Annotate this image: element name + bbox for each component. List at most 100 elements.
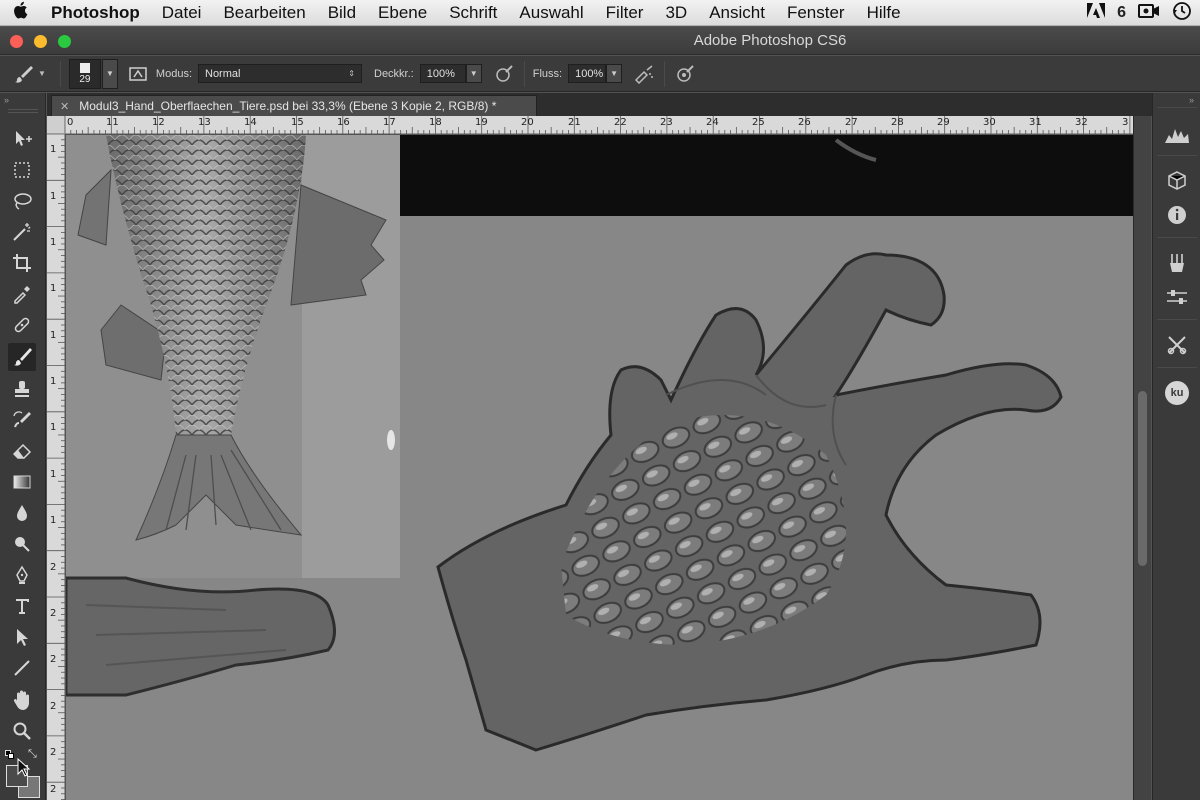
- tools-panel: » ⤡: [0, 93, 46, 800]
- opacity-label: Deckkr.:: [374, 67, 414, 80]
- opacity-slider-caret-icon[interactable]: ▼: [465, 64, 482, 83]
- flow-slider-caret-icon[interactable]: ▼: [606, 64, 623, 83]
- info-panel-icon[interactable]: [1162, 201, 1192, 229]
- brush-tool-preset-icon[interactable]: [12, 62, 36, 86]
- crop-tool-icon[interactable]: [8, 249, 36, 277]
- dodge-tool-icon[interactable]: [8, 530, 36, 558]
- menu-bearbeiten[interactable]: Bearbeiten: [212, 3, 316, 23]
- ruler-h-label: 11: [106, 117, 119, 128]
- dock-separator: [1157, 367, 1197, 368]
- ruler-v-label: 2: [50, 784, 57, 795]
- document-tab-bar: ✕ Modul3_Hand_Oberflaechen_Tiere.psd bei…: [47, 93, 1152, 116]
- healing-brush-tool-icon[interactable]: [8, 311, 36, 339]
- tool-presets-panel-icon[interactable]: [1162, 331, 1192, 359]
- brush-panel-icon[interactable]: [1162, 283, 1192, 311]
- ruler-h-label: 28: [891, 117, 904, 128]
- type-tool-icon[interactable]: [8, 592, 36, 620]
- options-separator: [59, 60, 61, 87]
- menu-hilfe[interactable]: Hilfe: [856, 3, 912, 23]
- ruler-v-label: 2: [50, 701, 57, 712]
- ruler-origin[interactable]: [47, 116, 65, 134]
- dock-collapse-icon[interactable]: »: [1189, 95, 1194, 105]
- marquee-tool-icon[interactable]: [8, 156, 36, 184]
- ruler-v-label: 1: [50, 422, 57, 433]
- document-canvas[interactable]: [66, 135, 1133, 800]
- path-selection-tool-icon[interactable]: [8, 623, 36, 651]
- flow-label: Fluss:: [532, 67, 563, 80]
- history-brush-tool-icon[interactable]: [8, 406, 36, 434]
- zoom-tool-icon[interactable]: [8, 717, 36, 745]
- document-tab[interactable]: ✕ Modul3_Hand_Oberflaechen_Tiere.psd bei…: [51, 95, 537, 116]
- airbrush-icon[interactable]: [632, 62, 656, 86]
- document-tab-title: Modul3_Hand_Oberflaechen_Tiere.psd bei 3…: [79, 99, 497, 113]
- menu-ebene[interactable]: Ebene: [367, 3, 438, 23]
- time-machine-icon[interactable]: [1172, 1, 1192, 25]
- menu-app-photoshop[interactable]: Photoshop: [40, 3, 151, 23]
- opacity-input[interactable]: 100%: [419, 64, 466, 83]
- notification-icon[interactable]: 6: [1117, 4, 1126, 22]
- horizontal-ruler[interactable]: 0 11 12 13 14 15 16 17 18 19 20 21 22 23…: [65, 116, 1133, 134]
- apple-icon[interactable]: [0, 1, 40, 24]
- ruler-v-label: 1: [50, 283, 57, 294]
- tools-panel-collapse-icon[interactable]: »: [4, 95, 9, 105]
- histogram-panel-icon[interactable]: [1162, 121, 1192, 149]
- ruler-h-label: 17: [383, 117, 396, 128]
- ruler-v-label: 1: [50, 330, 57, 341]
- brush-tip-icon: [79, 62, 90, 73]
- options-separator: [664, 60, 666, 87]
- gradient-tool-icon[interactable]: [8, 468, 36, 496]
- mode-select[interactable]: Normal ⇕: [198, 64, 362, 83]
- vertical-scrollbar[interactable]: [1133, 116, 1151, 800]
- options-separator: [523, 60, 525, 87]
- ruler-h-label: 20: [521, 117, 534, 128]
- 3d-panel-icon[interactable]: [1162, 167, 1192, 195]
- ruler-h-label: 22: [614, 117, 627, 128]
- brush-picker-caret-icon[interactable]: ▼: [101, 58, 118, 89]
- brush-presets-panel-icon[interactable]: [1162, 249, 1192, 277]
- scrollbar-thumb[interactable]: [1138, 391, 1147, 566]
- tool-preset-caret-icon[interactable]: ▼: [38, 69, 46, 78]
- video-camera-icon[interactable]: [1138, 3, 1160, 23]
- ruler-h-label: 26: [798, 117, 811, 128]
- vertical-ruler[interactable]: 1 1 1 1 1 1 1 1 1 2 2 2 2 2 2: [47, 134, 65, 800]
- menu-filter[interactable]: Filter: [595, 3, 655, 23]
- menu-auswahl[interactable]: Auswahl: [508, 3, 594, 23]
- brush-size-value: 29: [79, 73, 91, 85]
- ruler-v-label: 1: [50, 237, 57, 248]
- kuler-panel-button[interactable]: ku: [1162, 379, 1192, 407]
- canvas-artwork: [66, 135, 1133, 752]
- blur-tool-icon[interactable]: [8, 499, 36, 527]
- move-tool-icon[interactable]: [8, 125, 36, 153]
- pressure-opacity-icon[interactable]: [492, 62, 516, 86]
- lasso-tool-icon[interactable]: [8, 187, 36, 215]
- adobe-logo-icon[interactable]: [1087, 3, 1106, 23]
- eraser-tool-icon[interactable]: [8, 437, 36, 465]
- clone-stamp-tool-icon[interactable]: [8, 375, 36, 403]
- pressure-size-icon[interactable]: [673, 62, 697, 86]
- menu-ansicht[interactable]: Ansicht: [698, 3, 776, 23]
- ruler-h-label: 3: [1122, 117, 1129, 128]
- tools-panel-grip[interactable]: [8, 109, 38, 113]
- line-tool-icon[interactable]: [8, 654, 36, 682]
- pen-tool-icon[interactable]: [8, 561, 36, 589]
- menu-fenster[interactable]: Fenster: [776, 3, 856, 23]
- hand-tool-icon[interactable]: [8, 686, 36, 714]
- ruler-h-label: 13: [198, 117, 211, 128]
- eyedropper-tool-icon[interactable]: [8, 280, 36, 308]
- close-document-icon[interactable]: ✕: [60, 100, 69, 113]
- brush-size-picker[interactable]: 29: [68, 58, 101, 89]
- menu-datei[interactable]: Datei: [151, 3, 213, 23]
- brush-tool-icon[interactable]: [8, 343, 36, 371]
- flow-input[interactable]: 100%: [568, 64, 607, 83]
- magic-wand-tool-icon[interactable]: [8, 218, 36, 246]
- ruler-v-label: 2: [50, 747, 57, 758]
- brush-panel-toggle-icon[interactable]: [126, 62, 150, 86]
- menu-bild[interactable]: Bild: [317, 3, 367, 23]
- menu-schrift[interactable]: Schrift: [438, 3, 508, 23]
- dock-separator: [1157, 319, 1197, 320]
- ruler-h-label: 25: [752, 117, 765, 128]
- default-colors-icon[interactable]: [5, 750, 15, 760]
- ruler-h-label: 16: [337, 117, 350, 128]
- menu-3d[interactable]: 3D: [654, 3, 698, 23]
- ruler-h-label: 23: [660, 117, 673, 128]
